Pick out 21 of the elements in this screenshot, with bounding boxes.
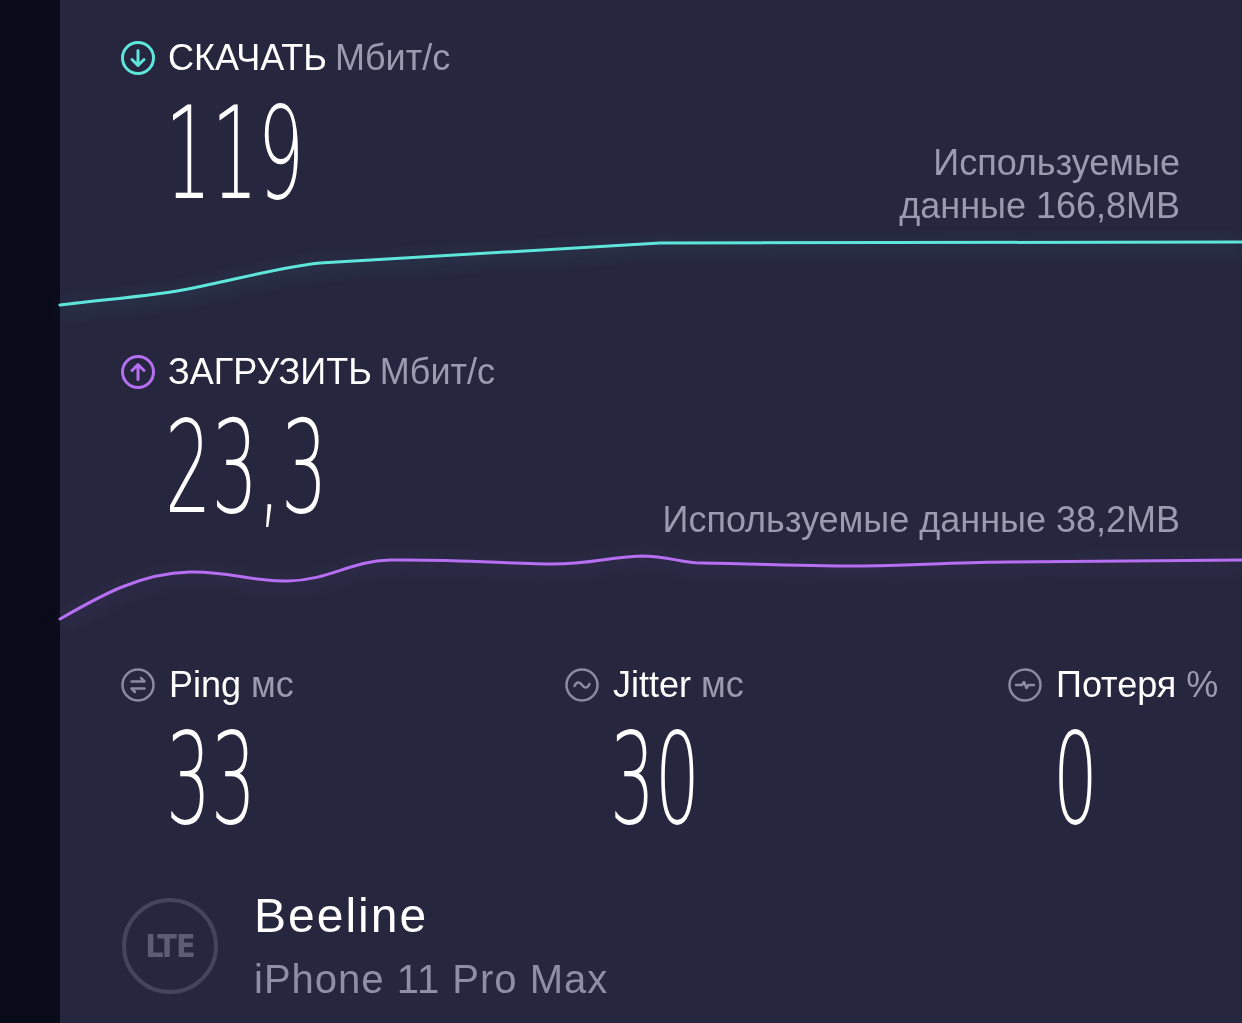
data-used-text: Используемые данные 166,8MB	[898, 141, 1180, 227]
data-used-text: Используемые данные 38,2MB	[662, 498, 1180, 541]
swap-arrows-icon	[121, 668, 155, 702]
speed-label: СКАЧАТЬ	[168, 37, 327, 79]
speed-value: 23,3	[165, 404, 328, 532]
speed-label: ЗАГРУЗИТЬ	[168, 351, 372, 393]
metric-label: Ping	[169, 664, 242, 706]
wave-icon	[565, 668, 599, 702]
speed-value: 119	[165, 90, 305, 218]
metric-label: Jitter	[613, 664, 691, 706]
metric-label: Потеря	[1056, 664, 1177, 706]
metric-value: 0	[1053, 717, 1098, 843]
device-name: iPhone 11 Pro Max	[254, 956, 609, 1003]
unit-label: Мбит/с	[379, 351, 495, 393]
unit-label: мс	[251, 664, 294, 706]
metric-value: 33	[166, 717, 256, 843]
metric-value: 30	[610, 717, 700, 843]
unit-label: %	[1186, 664, 1219, 706]
unit-label: Мбит/с	[335, 37, 451, 79]
unit-label: мс	[701, 664, 744, 706]
carrier-name: Beeline	[254, 888, 430, 944]
